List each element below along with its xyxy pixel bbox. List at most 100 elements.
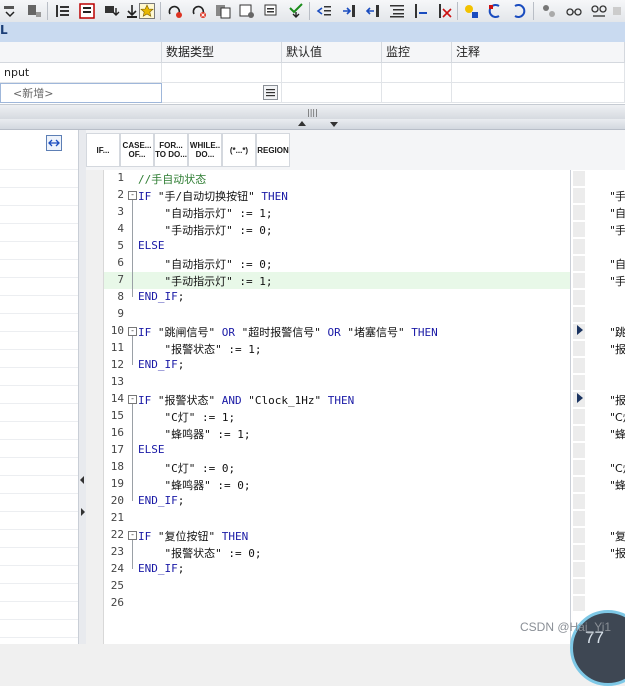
code-line[interactable]: //手自动状态 xyxy=(138,171,206,187)
code-line[interactable]: "自动指示灯" := 0; xyxy=(138,256,272,272)
insert-region-button[interactable]: REGION xyxy=(256,133,290,167)
code-line[interactable]: "手动指示灯" := 1; xyxy=(138,273,272,289)
expand-down-icon[interactable] xyxy=(330,122,338,127)
code-line[interactable]: "C灯" := 1; xyxy=(138,409,235,425)
collapse-left-icon[interactable] xyxy=(80,476,84,484)
column-header-datatype[interactable]: 数据类型 xyxy=(162,42,282,63)
code-line[interactable]: ELSE xyxy=(138,239,165,252)
tree-row[interactable] xyxy=(0,422,78,440)
insert-case-button[interactable]: CASE... OF... xyxy=(120,133,154,167)
code-line[interactable]: "C灯" := 0; xyxy=(138,460,235,476)
code-line[interactable]: "蜂鸣器" := 1; xyxy=(138,426,250,442)
code-line[interactable]: "报警状态" := 1; xyxy=(138,341,261,357)
tree-row[interactable] xyxy=(0,584,78,602)
tree-row[interactable] xyxy=(0,188,78,206)
call-structure-icon[interactable] xyxy=(541,3,557,19)
glasses-compare-icon[interactable] xyxy=(591,3,607,19)
interface-cell[interactable] xyxy=(382,83,452,103)
tree-row[interactable] xyxy=(0,260,78,278)
comment-icon[interactable] xyxy=(413,3,429,19)
block-icon[interactable] xyxy=(79,3,95,19)
tree-row[interactable] xyxy=(0,440,78,458)
insert-for-button[interactable]: FOR... TO DO... xyxy=(154,133,188,167)
tree-row[interactable] xyxy=(0,368,78,386)
bookmark-next-icon[interactable] xyxy=(511,3,527,19)
fold-toggle-icon[interactable]: - xyxy=(128,395,137,404)
tree-row[interactable] xyxy=(0,314,78,332)
insert-row-icon[interactable] xyxy=(2,3,18,19)
tree-row[interactable] xyxy=(0,494,78,512)
tree-row[interactable] xyxy=(0,476,78,494)
splitter-grip-icon[interactable]: |||| xyxy=(307,108,318,117)
more-icon[interactable] xyxy=(612,3,625,19)
code-line[interactable]: IF "手/自动切换按钮" THEN xyxy=(138,188,288,204)
tree-row[interactable] xyxy=(0,530,78,548)
column-header-comment[interactable]: 注释 xyxy=(452,42,625,63)
uncomment-icon[interactable] xyxy=(437,3,453,19)
fold-toggle-icon[interactable]: - xyxy=(128,327,137,336)
interface-cell[interactable] xyxy=(162,63,282,83)
tree-row[interactable] xyxy=(0,350,78,368)
column-header-default[interactable]: 默认值 xyxy=(282,42,382,63)
tree-row[interactable] xyxy=(0,602,78,620)
insert-comment-button[interactable]: (*...*) xyxy=(222,133,256,167)
outdent-icon[interactable] xyxy=(316,3,332,19)
fold-toggle-icon[interactable]: - xyxy=(128,531,137,540)
tree-row[interactable] xyxy=(0,296,78,314)
check-download-icon[interactable] xyxy=(288,3,304,19)
interface-cell[interactable] xyxy=(282,63,382,83)
interface-row-input[interactable]: nput xyxy=(0,63,162,83)
tree-row[interactable] xyxy=(0,512,78,530)
bookmark-prev-icon[interactable] xyxy=(487,3,503,19)
interface-cell[interactable] xyxy=(452,83,625,103)
delete-row-icon[interactable] xyxy=(26,3,42,19)
code-line[interactable]: "报警状态" := 0; xyxy=(138,545,261,561)
code-line[interactable]: IF "复位按钮" THEN xyxy=(138,528,248,544)
indent-icon[interactable] xyxy=(341,3,357,19)
tree-row[interactable] xyxy=(0,206,78,224)
favorites-star-icon[interactable] xyxy=(139,3,155,19)
code-line[interactable]: IF "跳闸信号" OR "超时报警信号" OR "堵塞信号" THEN xyxy=(138,324,438,340)
code-line[interactable]: END_IF; xyxy=(138,494,184,507)
datatype-picker-icon[interactable] xyxy=(263,85,278,100)
comment-lines-icon[interactable] xyxy=(389,3,405,19)
column-header-name[interactable] xyxy=(0,42,162,63)
code-line[interactable]: END_IF; xyxy=(138,290,184,303)
code-line[interactable]: "手动指示灯" := 0; xyxy=(138,222,272,238)
bookmark-set-icon[interactable] xyxy=(463,3,479,19)
tree-row[interactable] xyxy=(0,242,78,260)
insert-if-button[interactable]: IF... xyxy=(86,133,120,167)
code-line[interactable]: "自动指示灯" := 1; xyxy=(138,205,272,221)
tree-row[interactable] xyxy=(0,332,78,350)
tree-row[interactable] xyxy=(0,170,78,188)
add-new-row[interactable]: <新增> xyxy=(0,83,162,103)
interface-cell[interactable] xyxy=(382,63,452,83)
code-line[interactable]: IF "报警状态" AND "Clock_1Hz" THEN xyxy=(138,392,354,408)
code-line[interactable]: "蜂鸣器" := 0; xyxy=(138,477,250,493)
go-online-icon[interactable] xyxy=(167,3,183,19)
tree-row[interactable] xyxy=(0,404,78,422)
interface-cell[interactable] xyxy=(452,63,625,83)
column-header-monitor[interactable]: 监控 xyxy=(382,42,452,63)
collapse-up-icon[interactable] xyxy=(298,121,306,126)
monitor-download-icon[interactable] xyxy=(104,3,120,19)
tree-row[interactable] xyxy=(0,224,78,242)
fold-toggle-icon[interactable]: - xyxy=(128,191,137,200)
tree-row[interactable] xyxy=(0,152,78,170)
code-line[interactable]: END_IF; xyxy=(138,562,184,575)
interface-cell[interactable] xyxy=(282,83,382,103)
download-arrow-icon[interactable] xyxy=(124,3,140,19)
tree-row[interactable] xyxy=(0,620,78,638)
watch-table-icon[interactable] xyxy=(239,3,255,19)
tree-row[interactable] xyxy=(0,566,78,584)
monitor-icon[interactable] xyxy=(264,3,280,19)
code-line[interactable]: ELSE xyxy=(138,443,165,456)
go-offline-icon[interactable] xyxy=(191,3,207,19)
insert-while-button[interactable]: WHILE.. DO... xyxy=(188,133,222,167)
code-line[interactable]: END_IF; xyxy=(138,358,184,371)
tree-row[interactable] xyxy=(0,278,78,296)
sync-panel-icon[interactable] xyxy=(46,135,62,151)
tree-row[interactable] xyxy=(0,548,78,566)
unindent-icon[interactable] xyxy=(365,3,381,19)
tree-row[interactable] xyxy=(0,458,78,476)
